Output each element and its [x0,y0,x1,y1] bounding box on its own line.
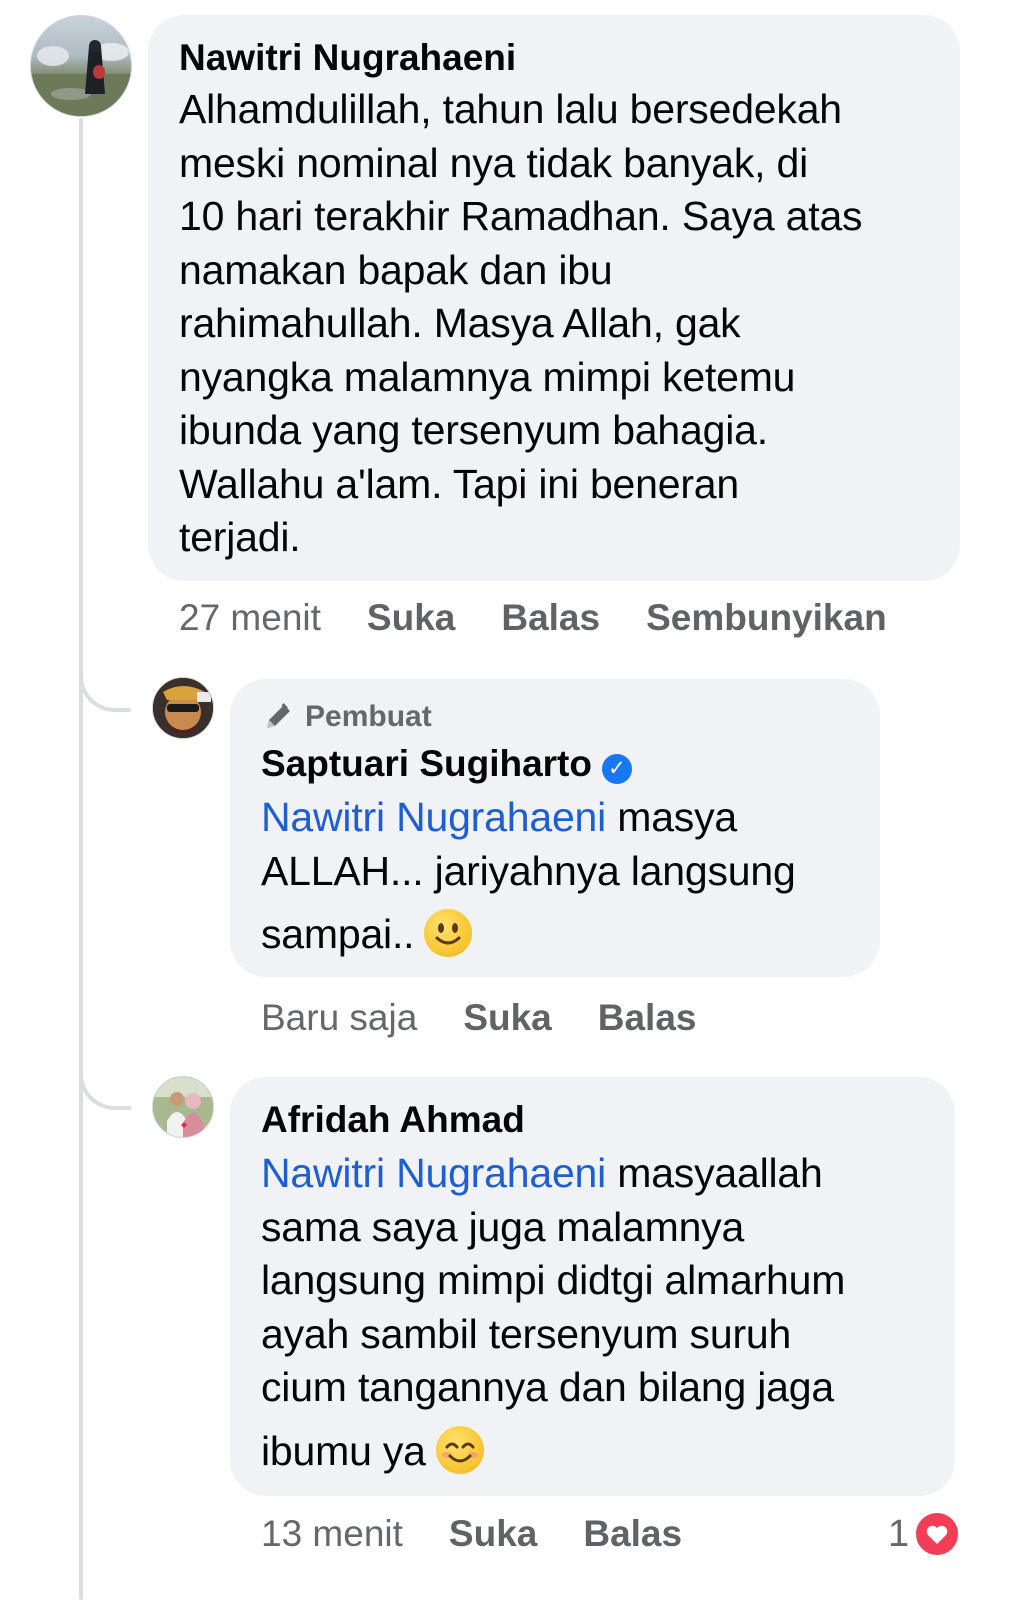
reply-text: Nawitri Nugrahaeni masya ALLAH... jariya… [261,791,880,962]
reply-author[interactable]: Afridah Ahmad [261,1097,955,1143]
avatar[interactable] [30,15,132,117]
like-button[interactable]: Suka [449,1512,537,1556]
comment-line: Alhamdulillah, tahun lalu bersedekah [179,86,842,132]
comment-line: namakan bapak dan ibu [179,246,613,293]
comment-bubble: Nawitri Nugrahaeni Alhamdulillah, tahun … [148,15,960,581]
reply-line: sampai.. [261,911,415,957]
reply-line: sama saya juga malamnya [261,1203,745,1250]
heart-icon [913,1510,962,1558]
verified-badge-icon: ✓ [601,753,632,784]
reply-line: ayah sambil tersenyum suruh [261,1310,792,1357]
reply-actions: 13 menit Suka Balas [261,1512,728,1556]
reply-line: ALLAH... jariyahnya langsung [261,847,796,894]
reply-line: ibumu ya [261,1427,426,1474]
reply-bubble: Afridah Ahmad Nawitri Nugrahaeni masyaal… [230,1077,955,1496]
avatar[interactable] [152,1076,214,1138]
reply-text: Nawitri Nugrahaeni masyaallah sama saya … [261,1147,955,1478]
comment-line: meski nominal nya tidak banyak, di [179,139,809,186]
smiling-face-with-smiling-eyes-icon [435,1425,484,1474]
reply-actions: Baru saja Suka Balas [261,996,742,1040]
reply-timestamp[interactable]: 13 menit [261,1512,403,1556]
reply-line: langsung mimpi didtgi almarhum [261,1257,846,1303]
reply-bubble: Pembuat Saptuari Sugiharto ✓ Nawitri Nugr… [230,679,880,977]
reply-author[interactable]: Saptuari Sugiharto [261,743,592,784]
hide-button[interactable]: Sembunyikan [646,596,887,640]
reply-button[interactable]: Balas [598,996,697,1040]
comment-line: nyangka malamnya mimpi ketemu [179,353,796,400]
reply-button[interactable]: Balas [583,1512,682,1556]
slightly-smiling-face-icon [424,909,473,958]
reaction-count: 1 [888,1512,910,1555]
mention-link[interactable]: Nawitri Nugrahaeni [261,1150,606,1196]
mention-link[interactable]: Nawitri Nugrahaeni [261,794,606,840]
comment-line: Wallahu a'lam. Tapi ini beneran [179,460,740,507]
reply-line: masyaallah [606,1150,823,1196]
reply-button[interactable]: Balas [501,596,600,640]
creator-badge: Pembuat [261,697,880,737]
comment-line: rahimahullah. Masya Allah, gak [179,300,741,346]
reaction-summary[interactable]: 1 [888,1510,962,1558]
reply-line: masya [606,794,738,840]
avatar[interactable] [152,677,214,739]
comment-actions: 27 menit Suka Balas Sembunyikan [179,596,933,640]
thread-line [79,118,83,1600]
like-button[interactable]: Suka [463,996,551,1040]
comment-timestamp[interactable]: 27 menit [179,596,321,640]
comment-line: 10 hari terakhir Ramadhan. Saya atas [179,193,863,239]
like-button[interactable]: Suka [367,596,455,640]
comment-author[interactable]: Nawitri Nugrahaeni [179,35,960,81]
reply-timestamp[interactable]: Baru saja [261,996,417,1040]
reply-connector [79,1070,131,1110]
comment-text: Alhamdulillah, tahun lalu bersedekah mes… [179,83,960,565]
reply-connector [79,672,131,712]
comment-line: terjadi. [179,514,301,560]
creator-label: Pembuat [305,700,432,733]
pencil-icon [261,700,295,734]
reply-line: cium tangannya dan bilang jaga [261,1364,834,1410]
comment-line: ibunda yang tersenyum bahagia. [179,407,768,453]
